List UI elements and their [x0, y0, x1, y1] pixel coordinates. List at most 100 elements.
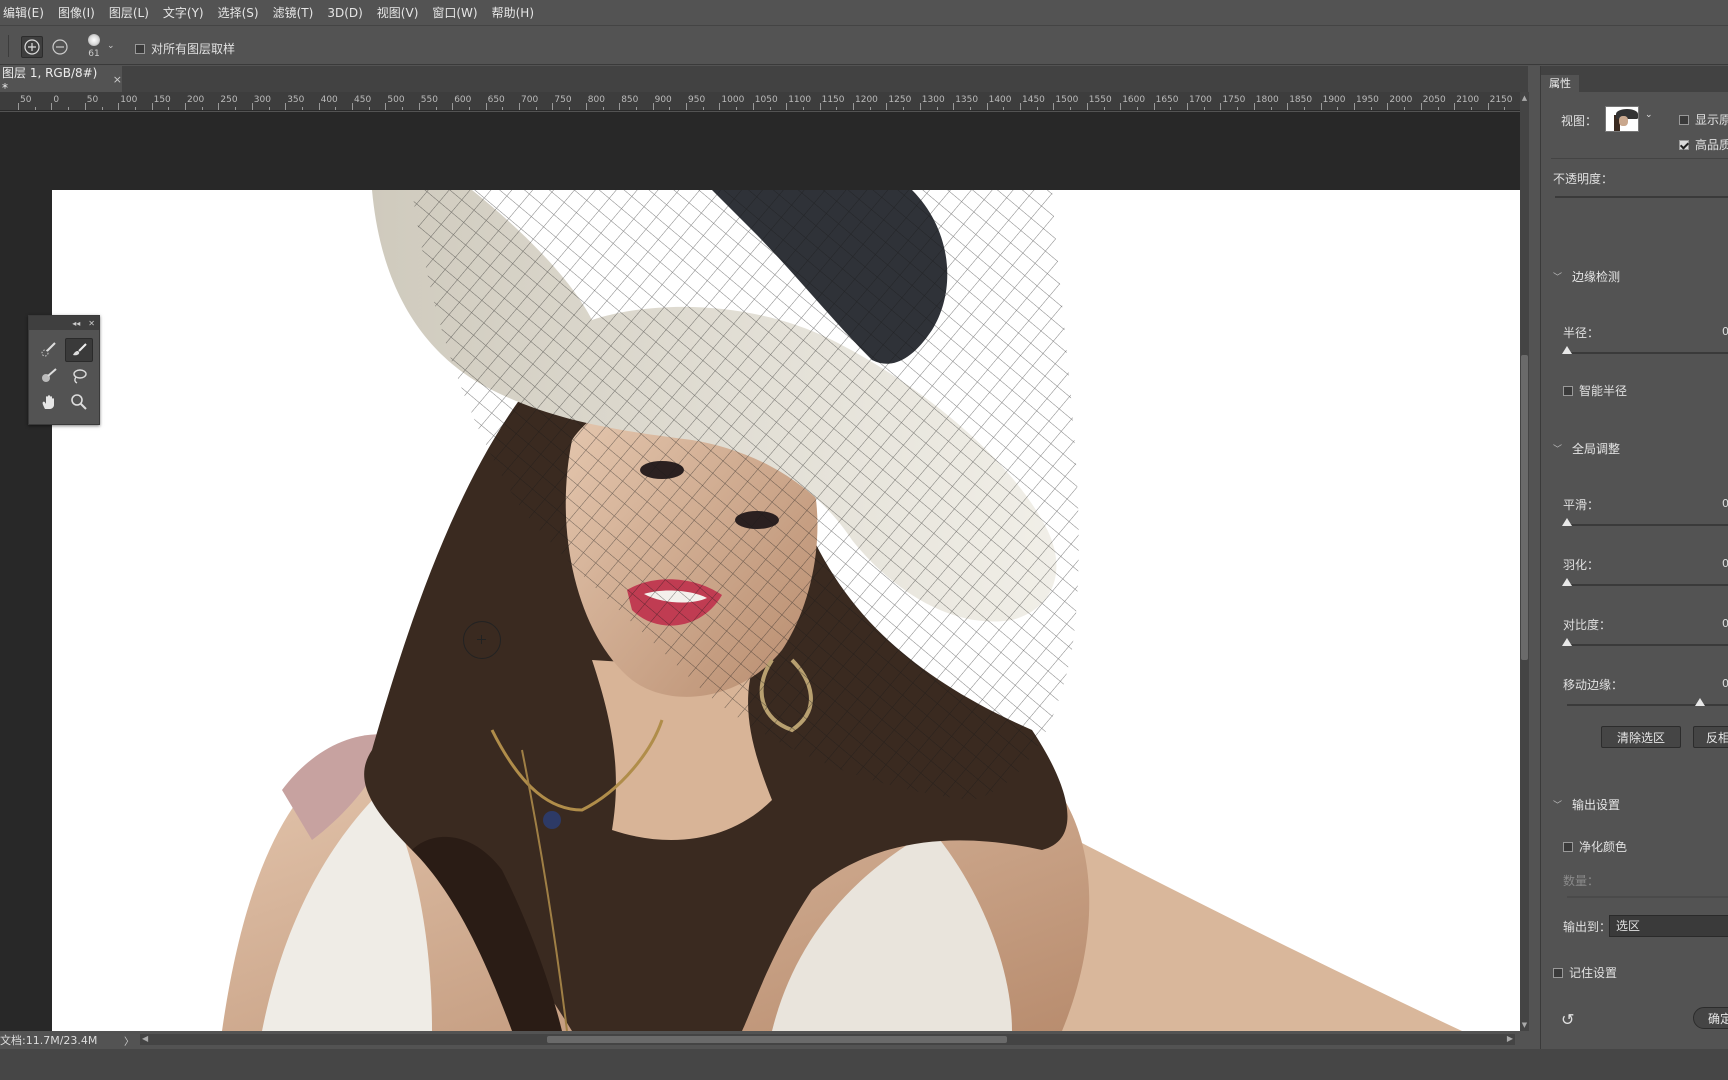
brush-size-picker[interactable]: 61 [84, 32, 104, 59]
decontaminate-option[interactable]: 净化颜色 [1563, 838, 1627, 855]
sample-all-layers-checkbox[interactable] [135, 43, 145, 54]
menu-view[interactable]: 视图(V) [370, 0, 426, 26]
brush-tool[interactable] [35, 364, 63, 388]
contrast-value[interactable]: 0 [1722, 617, 1728, 630]
subtract-from-selection-button[interactable] [49, 36, 71, 58]
menu-3d[interactable]: 3D(D) [320, 0, 369, 26]
feather-label: 羽化： [1563, 558, 1600, 572]
shift-edge-value[interactable]: 0 [1722, 677, 1728, 690]
canvas-area[interactable]: ◂◂ ✕ [0, 112, 1520, 1031]
ruler-tick [752, 103, 754, 110]
view-label: 视图： [1561, 114, 1598, 128]
high-quality-option[interactable]: 高品质 [1679, 136, 1728, 153]
chevron-down-icon[interactable]: ⌄ [107, 41, 115, 51]
add-to-selection-button[interactable] [21, 36, 43, 58]
smart-radius-option[interactable]: 智能半径 [1563, 382, 1627, 399]
refine-edge-brush-tool[interactable] [65, 338, 93, 362]
document-tab[interactable]: 图层 1, RGB/8#) * × [0, 66, 122, 95]
horizontal-ruler[interactable]: 50 0 50 100 150 200 250 300 350 400 450 500 550 600 65… [0, 92, 1520, 111]
feather-slider[interactable] [1562, 578, 1728, 586]
ruler-minor-tick [669, 107, 671, 110]
slider-knob[interactable] [1562, 346, 1572, 354]
document-canvas[interactable] [52, 190, 1520, 1031]
decontaminate-checkbox[interactable] [1563, 841, 1573, 852]
ruler-label: 1100 [788, 95, 812, 105]
show-original-checkbox[interactable] [1679, 114, 1689, 125]
show-original-option[interactable]: 显示原 [1679, 111, 1728, 128]
panel-divider [1551, 158, 1728, 159]
menu-select[interactable]: 选择(S) [211, 0, 266, 26]
scroll-up-icon[interactable]: ▲ [1520, 94, 1529, 102]
menu-edit[interactable]: 编辑(E) [0, 0, 51, 26]
smooth-slider[interactable] [1562, 518, 1728, 526]
ruler-label: 50 [20, 95, 32, 105]
opacity-slider[interactable] [1555, 196, 1728, 198]
menu-type[interactable]: 文字(Y) [156, 0, 211, 26]
hand-tool[interactable] [35, 390, 63, 414]
view-mode-thumbnail[interactable] [1605, 106, 1639, 132]
ruler-minor-tick [1103, 107, 1105, 110]
menu-layer[interactable]: 图层(L) [102, 0, 156, 26]
menu-bar: 编辑(E) 图像(I) 图层(L) 文字(Y) 选择(S) 滤镜(T) 3D(D… [0, 0, 1728, 26]
global-refine-header[interactable]: ﹀ 全局调整 [1553, 440, 1620, 457]
quick-selection-tool[interactable] [35, 338, 63, 362]
ruler-tick [18, 103, 19, 110]
close-icon[interactable]: ✕ [88, 319, 95, 328]
slider-knob[interactable] [1562, 578, 1572, 586]
horizontal-scroll-thumb[interactable] [547, 1036, 1007, 1043]
slider-knob[interactable] [1562, 638, 1572, 646]
canvas-vertical-scrollbar[interactable]: ▲ ▼ [1520, 92, 1529, 1031]
menu-window[interactable]: 窗口(W) [425, 0, 484, 26]
ruler-minor-tick [1270, 107, 1272, 110]
close-icon[interactable]: × [113, 73, 122, 86]
chevron-down-icon[interactable]: ⌄ [1645, 110, 1653, 120]
show-original-label: 显示原 [1695, 113, 1728, 127]
contrast-slider[interactable] [1562, 638, 1728, 646]
ruler-tick [786, 103, 788, 110]
slider-knob[interactable] [1562, 518, 1572, 526]
options-bar: 61 ⌄ 对所有图层取样 [0, 27, 1728, 65]
scroll-down-icon[interactable]: ▼ [1520, 1021, 1529, 1029]
ok-button[interactable]: 确定 [1693, 1007, 1728, 1029]
remember-settings-checkbox[interactable] [1553, 967, 1563, 978]
radius-slider[interactable] [1562, 346, 1728, 354]
tab-properties[interactable]: 属性 [1541, 75, 1579, 92]
menu-help[interactable]: 帮助(H) [485, 0, 541, 26]
sample-all-layers-option[interactable]: 对所有图层取样 [135, 40, 235, 57]
vertical-scroll-thumb[interactable] [1521, 355, 1528, 660]
scroll-left-icon[interactable]: ◀ [142, 1034, 148, 1043]
menu-image[interactable]: 图像(I) [51, 0, 102, 26]
ruler-minor-tick [969, 107, 971, 110]
shift-edge-slider[interactable] [1567, 698, 1728, 706]
smooth-value[interactable]: 0 [1722, 497, 1728, 510]
tool-grid [29, 330, 99, 424]
clear-selection-button[interactable]: 清除选区 [1601, 726, 1681, 748]
brush-tip-icon [88, 34, 100, 46]
high-quality-checkbox[interactable] [1679, 139, 1689, 150]
amount-slider[interactable] [1567, 896, 1728, 898]
lasso-tool[interactable] [65, 364, 93, 388]
remember-settings-option[interactable]: 记住设置 [1553, 964, 1617, 981]
ruler-tick [1020, 103, 1021, 110]
canvas-horizontal-scrollbar[interactable]: ◀ ▶ [140, 1034, 1515, 1045]
zoom-tool[interactable] [65, 390, 93, 414]
collapse-icon[interactable]: ◂◂ [72, 319, 80, 328]
ruler-label: 1800 [1255, 95, 1279, 105]
reset-icon[interactable]: ↺ [1561, 1010, 1574, 1029]
scroll-right-icon[interactable]: ▶ [1507, 1034, 1513, 1043]
ruler-minor-tick [1203, 107, 1205, 110]
output-settings-header[interactable]: ﹀ 输出设置 [1553, 796, 1620, 813]
smart-radius-checkbox[interactable] [1563, 385, 1573, 396]
ruler-label: 1150 [821, 95, 845, 105]
menu-filter[interactable]: 滤镜(T) [266, 0, 321, 26]
edge-detection-header[interactable]: ﹀ 边缘检测 [1553, 268, 1620, 285]
ruler-minor-tick [635, 107, 637, 110]
invert-button[interactable]: 反相 [1693, 726, 1728, 748]
slider-knob[interactable] [1695, 698, 1705, 706]
output-to-select[interactable]: 选区 [1609, 915, 1728, 937]
ruler-label: 950 [688, 95, 706, 105]
feather-value[interactable]: 0 [1722, 557, 1728, 570]
document-tab-bar: 图层 1, RGB/8#) * × [0, 66, 1528, 95]
radius-value[interactable]: 0 [1722, 325, 1728, 338]
ruler-tick [352, 103, 353, 110]
